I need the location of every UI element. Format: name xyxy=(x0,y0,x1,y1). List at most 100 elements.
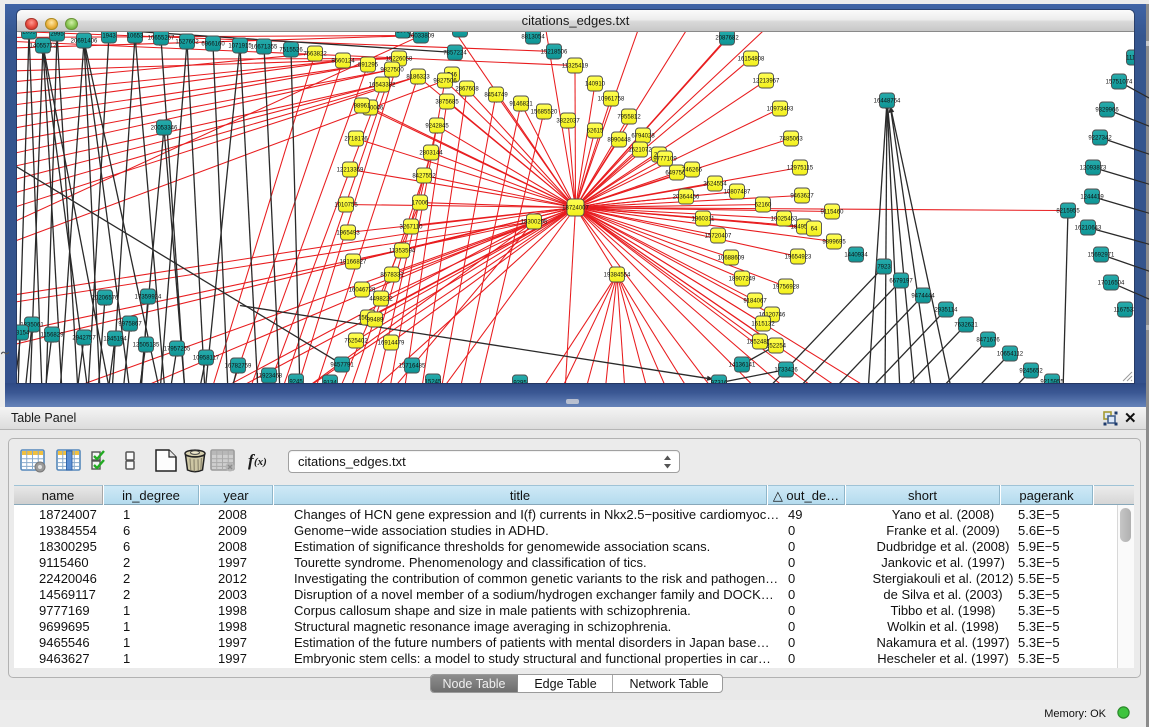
svg-text:7515526: 7515526 xyxy=(279,47,303,53)
svg-text:1943: 1943 xyxy=(102,33,116,39)
svg-text:8471676: 8471676 xyxy=(976,337,1000,343)
svg-text:15716485: 15716485 xyxy=(399,363,426,369)
svg-text:2087682: 2087682 xyxy=(715,35,739,41)
svg-text:(x): (x) xyxy=(254,456,267,468)
svg-text:16914479: 16914479 xyxy=(378,340,405,346)
svg-text:140910: 140910 xyxy=(585,81,606,87)
svg-text:7557: 7557 xyxy=(453,32,467,34)
svg-text:9115460: 9115460 xyxy=(821,209,845,215)
svg-text:7625402: 7625402 xyxy=(344,338,368,344)
svg-text:8215955: 8215955 xyxy=(1056,208,1080,214)
svg-text:9899695: 9899695 xyxy=(822,239,846,245)
svg-text:9827500: 9827500 xyxy=(380,67,404,73)
svg-text:97316: 97316 xyxy=(711,380,728,383)
svg-text:9975867: 9975867 xyxy=(118,321,142,327)
svg-text:19654923: 19654923 xyxy=(785,254,812,260)
svg-text:18300295: 18300295 xyxy=(521,219,548,225)
svg-text:10961758: 10961758 xyxy=(598,96,625,102)
svg-text:17957255: 17957255 xyxy=(164,346,191,352)
svg-text:20053346: 20053346 xyxy=(151,125,178,131)
svg-text:9146821: 9146821 xyxy=(509,101,533,107)
svg-text:1345194: 1345194 xyxy=(103,336,127,342)
svg-text:1244419: 1244419 xyxy=(1080,194,1104,200)
svg-text:7955812: 7955812 xyxy=(617,114,641,120)
svg-text:16210643: 16210643 xyxy=(1075,225,1102,231)
svg-text:17016504: 17016504 xyxy=(1098,280,1125,286)
svg-text:1167533: 1167533 xyxy=(1114,307,1134,313)
svg-text:98961: 98961 xyxy=(354,103,371,109)
svg-text:2803144: 2803144 xyxy=(419,150,443,156)
svg-text:252254: 252254 xyxy=(766,343,787,349)
svg-text:20691406: 20691406 xyxy=(71,38,98,44)
svg-text:8186323: 8186323 xyxy=(406,74,430,80)
svg-text:19384554: 19384554 xyxy=(604,272,631,278)
svg-text:16046728: 16046728 xyxy=(349,287,376,293)
svg-text:11923468: 11923468 xyxy=(256,373,283,379)
svg-text:9184067: 9184067 xyxy=(743,298,767,304)
svg-text:9242845: 9242845 xyxy=(425,123,449,129)
svg-text:4498222: 4498222 xyxy=(369,296,393,302)
svg-text:9215955: 9215955 xyxy=(1040,379,1064,383)
svg-text:8454749: 8454749 xyxy=(484,92,508,98)
svg-text:12975115: 12975115 xyxy=(787,165,814,171)
svg-text:8427552: 8427552 xyxy=(412,173,436,179)
svg-text:62160: 62160 xyxy=(755,202,772,208)
svg-text:16671355: 16671355 xyxy=(251,44,278,50)
svg-text:64: 64 xyxy=(811,226,818,232)
svg-text:18724007: 18724007 xyxy=(562,205,589,211)
svg-text:12093873: 12093873 xyxy=(1080,165,1107,171)
svg-text:10688609: 10688609 xyxy=(718,255,745,261)
svg-text:10655267: 10655267 xyxy=(148,35,175,41)
svg-text:8990448: 8990448 xyxy=(607,137,631,143)
svg-text:2718176: 2718176 xyxy=(344,136,368,142)
svg-text:7632621: 7632621 xyxy=(954,322,978,328)
svg-text:99489: 99489 xyxy=(367,317,384,323)
svg-text:746266: 746266 xyxy=(682,167,703,173)
svg-text:11353594: 11353594 xyxy=(389,248,416,254)
svg-text:2867608: 2867608 xyxy=(455,86,479,92)
svg-text:9245: 9245 xyxy=(289,379,303,383)
svg-text:12213369: 12213369 xyxy=(337,167,364,173)
svg-text:9227342: 9227342 xyxy=(1088,135,1112,141)
svg-text:20364456: 20364456 xyxy=(673,194,700,200)
svg-text:9777109: 9777109 xyxy=(653,156,677,162)
svg-text:3822037: 3822037 xyxy=(556,118,580,124)
svg-text:2942757: 2942757 xyxy=(72,335,96,341)
svg-text:15245: 15245 xyxy=(425,379,442,383)
svg-text:9329966: 9329966 xyxy=(1095,107,1119,113)
svg-text:16154808: 16154808 xyxy=(738,56,765,62)
svg-text:62615: 62615 xyxy=(587,128,604,134)
svg-text:15685520: 15685520 xyxy=(531,109,558,115)
svg-text:891295: 891295 xyxy=(358,62,379,68)
svg-text:16782759: 16782759 xyxy=(225,363,252,369)
svg-text:1615132: 1615132 xyxy=(751,321,775,327)
svg-text:1965493: 1965493 xyxy=(336,230,360,236)
svg-text:9463627: 9463627 xyxy=(790,193,814,199)
svg-text:2095: 2095 xyxy=(22,32,36,36)
svg-text:15720407: 15720407 xyxy=(705,233,732,239)
svg-text:16543382: 16543382 xyxy=(369,82,396,88)
svg-text:6966160: 6966160 xyxy=(201,41,225,47)
svg-text:8813054: 8813054 xyxy=(521,34,545,40)
svg-text:3875685: 3875685 xyxy=(435,99,459,105)
svg-text:10653: 10653 xyxy=(127,33,144,39)
svg-text:2995: 2995 xyxy=(50,32,64,38)
svg-text:8678332: 8678332 xyxy=(380,272,404,278)
svg-text:10973493: 10973493 xyxy=(767,106,794,112)
svg-text:16033809: 16033809 xyxy=(408,33,435,39)
svg-text:9245652: 9245652 xyxy=(1019,368,1043,374)
svg-text:93154: 93154 xyxy=(17,330,30,336)
svg-text:1621072: 1621072 xyxy=(628,147,652,153)
svg-text:14055712: 14055712 xyxy=(30,43,57,49)
svg-text:10654112: 10654112 xyxy=(997,351,1024,357)
svg-text:1960311: 1960311 xyxy=(692,216,716,222)
svg-text:6679197: 6679197 xyxy=(889,278,913,284)
svg-text:17006: 17006 xyxy=(412,200,429,206)
svg-text:9295: 9295 xyxy=(513,380,527,383)
svg-text:15218506: 15218506 xyxy=(541,49,568,55)
svg-text:12505135: 12505135 xyxy=(133,342,160,348)
svg-text:15751074: 15751074 xyxy=(1106,79,1133,85)
svg-text:3624554: 3624554 xyxy=(703,181,727,187)
svg-text:9134: 9134 xyxy=(323,380,337,383)
svg-text:7923: 7923 xyxy=(877,264,891,270)
